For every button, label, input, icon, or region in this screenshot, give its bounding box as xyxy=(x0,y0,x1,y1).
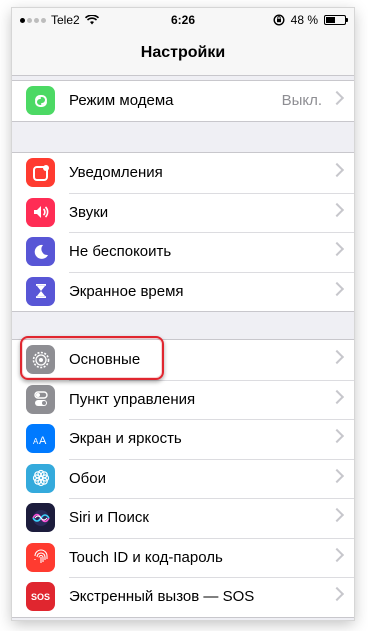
settings-row-label: Siri и Поиск xyxy=(69,509,149,526)
gear-icon xyxy=(26,345,55,374)
toggles-icon xyxy=(26,384,55,414)
speaker-icon xyxy=(26,197,55,227)
group-notifications: Уведомления Звуки Не беспокоить Экранное… xyxy=(12,152,354,312)
link-icon xyxy=(26,86,55,115)
sos-icon: SOS xyxy=(26,582,55,611)
settings-row-sos[interactable]: SOS Экстренный вызов — SOS xyxy=(12,577,354,617)
settings-row-label: Touch ID и код-пароль xyxy=(69,548,223,566)
settings-row-touch-id[interactable]: Touch ID и код-пароль xyxy=(12,537,354,578)
chevron-right-icon xyxy=(329,162,345,178)
moon-icon xyxy=(26,237,55,266)
settings-row-label: Обои xyxy=(69,469,106,487)
status-right: 48 % xyxy=(273,13,348,27)
settings-row-label: Экран и яркость xyxy=(69,430,182,447)
settings-row-label: Не беспокоить xyxy=(69,243,172,260)
notifications-icon xyxy=(26,158,55,187)
sos-icon-text: SOS xyxy=(30,591,50,602)
chevron-right-icon xyxy=(329,389,345,404)
phone-screen: Tele2 6:26 48 % Настройки Режим модема В… xyxy=(12,8,354,620)
settings-row-label: Экранное время xyxy=(69,282,184,300)
chevron-right-icon xyxy=(329,468,345,483)
battery-percent: 48 % xyxy=(290,13,318,27)
chevron-right-icon xyxy=(329,428,345,444)
fingerprint-icon xyxy=(26,542,55,572)
settings-row-label: Основные xyxy=(69,351,141,368)
chevron-right-icon xyxy=(329,281,345,296)
text-size-icon: A A xyxy=(26,424,55,453)
settings-row-control-center[interactable]: Пункт управления xyxy=(12,379,354,420)
settings-row-value: Выкл. xyxy=(281,92,322,109)
battery-icon xyxy=(324,15,348,25)
settings-row-display[interactable]: A A Экран и яркость xyxy=(12,419,354,459)
chevron-right-icon xyxy=(329,241,345,257)
siri-icon xyxy=(26,503,55,532)
svg-text:A: A xyxy=(39,435,47,447)
rotation-lock-icon xyxy=(273,14,285,26)
settings-row-label: Звуки xyxy=(69,203,109,221)
hourglass-icon xyxy=(26,276,55,306)
chevron-right-icon xyxy=(329,349,345,365)
chevron-right-icon xyxy=(329,90,345,106)
chevron-right-icon xyxy=(329,202,345,217)
settings-row-do-not-disturb[interactable]: Не беспокоить xyxy=(12,232,354,272)
nav-bar: Настройки xyxy=(12,32,354,76)
battery-fill xyxy=(326,17,335,23)
settings-row-hotspot[interactable]: Режим модема Выкл. xyxy=(12,81,354,121)
settings-row-notifications[interactable]: Уведомления xyxy=(12,153,354,193)
chevron-right-icon xyxy=(329,507,345,523)
settings-row-label: Уведомления xyxy=(69,164,163,181)
chevron-right-icon xyxy=(329,547,345,562)
group-network: Режим модема Выкл. xyxy=(12,80,354,122)
settings-row-general[interactable]: Основные xyxy=(12,340,354,380)
settings-row-label: Режим модема xyxy=(69,92,174,109)
settings-row-siri[interactable]: Siri и Поиск xyxy=(12,498,354,538)
chevron-right-icon xyxy=(329,586,345,602)
settings-row-wallpaper[interactable]: Обои xyxy=(12,458,354,499)
flower-icon xyxy=(26,463,55,493)
status-bar: Tele2 6:26 48 % xyxy=(12,8,354,32)
group-general: Основные Пункт управления A A Экран и яр… xyxy=(12,339,354,618)
page-title: Настройки xyxy=(140,44,226,61)
settings-row-sounds[interactable]: Звуки xyxy=(12,192,354,233)
settings-row-label: Пункт управления xyxy=(69,390,196,408)
settings-row-screen-time[interactable]: Экранное время xyxy=(12,271,354,312)
settings-row-label: Экстренный вызов — SOS xyxy=(69,588,255,605)
